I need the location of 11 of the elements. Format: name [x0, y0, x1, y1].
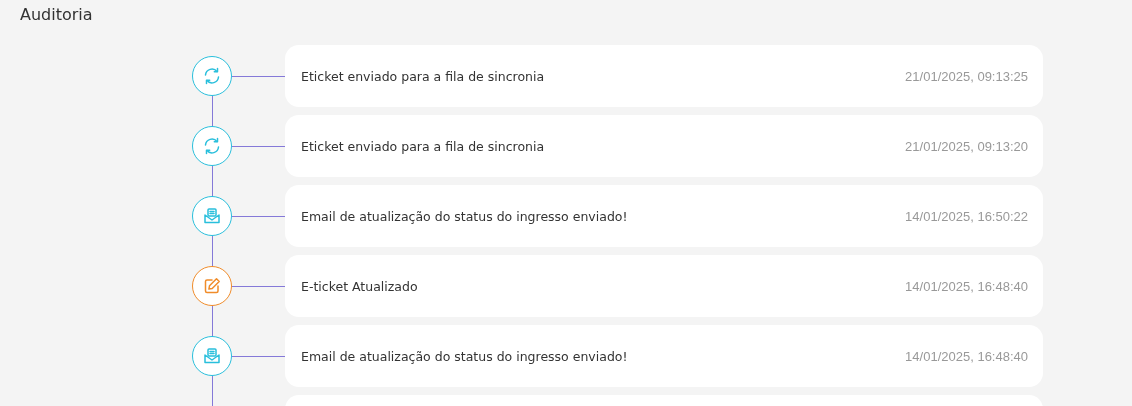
event-timestamp: 14/01/2025, 16:48:40 [905, 278, 1028, 294]
event-description: Email de atualização do status do ingresso enviado! [301, 348, 628, 364]
event-timestamp: 21/01/2025, 09:13:20 [905, 138, 1028, 154]
event-description: Eticket enviado para a fila de sincronia [301, 68, 545, 84]
event-timestamp: 14/01/2025, 16:48:40 [905, 348, 1028, 364]
event-description: E-ticket Atualizado [301, 278, 418, 294]
event-timestamp: 21/01/2025, 09:13:25 [905, 68, 1028, 84]
event-description: Eticket enviado para a fila de sincronia [301, 138, 545, 154]
page-title: Auditoria [19, 4, 94, 26]
event-timestamp: 14/01/2025, 16:50:22 [905, 208, 1028, 224]
event-description: Email de atualização do status do ingresso enviado! [301, 208, 628, 224]
